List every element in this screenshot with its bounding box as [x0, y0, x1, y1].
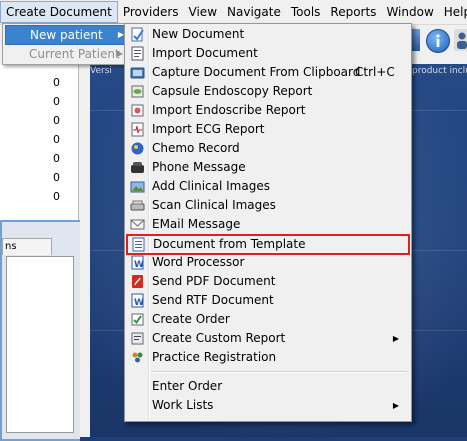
chemo-icon [130, 141, 145, 156]
menu-item-capsule-endoscopy[interactable]: Capsule Endoscopy Report [127, 82, 407, 101]
menu-item-current-patient: Current Patient ▶ [5, 45, 129, 63]
menu-item-label: Word Processor [152, 255, 245, 269]
count-value: 0 [53, 114, 60, 127]
menu-item-label: Phone Message [152, 160, 246, 174]
new-patient-menu: New Document Import Document Capture Doc… [124, 23, 412, 422]
menu-item-enter-order[interactable]: Enter Order [127, 377, 407, 396]
pdf-icon [130, 274, 145, 289]
product-text: product inclu [412, 66, 467, 76]
count-value: 0 [53, 152, 60, 165]
order-icon [130, 312, 145, 327]
ecg-icon [130, 122, 145, 137]
menu-item-label: Document from Template [153, 237, 306, 251]
menu-item-import-document[interactable]: Import Document [127, 44, 407, 63]
menu-item-label: Create Custom Report [152, 331, 286, 345]
menu-navigate[interactable]: Navigate [222, 1, 286, 23]
menu-item-add-clinical-images[interactable]: Add Clinical Images [127, 177, 407, 196]
menu-item-practice-registration[interactable]: Practice Registration [127, 348, 407, 367]
menu-item-label: Scan Clinical Images [152, 198, 276, 212]
toolbar [410, 24, 467, 64]
menu-view[interactable]: View [184, 1, 222, 23]
shortcut-label: Ctrl+C [355, 65, 395, 79]
menu-item-word-processor[interactable]: W Word Processor [127, 253, 407, 272]
import-document-icon [130, 46, 145, 61]
menu-item-label: Send RTF Document [152, 293, 274, 307]
info-icon[interactable] [426, 29, 450, 53]
menu-item-email-message[interactable]: EMail Message [127, 215, 407, 234]
menu-item-label: Import Endoscribe Report [152, 103, 306, 117]
new-document-icon [130, 27, 145, 42]
menu-item-work-lists[interactable]: Work Lists ▶ [127, 396, 407, 415]
create-document-menu: New patient ▶ Current Patient ▶ [2, 23, 134, 65]
person-icon[interactable] [454, 29, 467, 51]
svg-text:W: W [134, 260, 144, 270]
menu-item-import-ecg[interactable]: Import ECG Report [127, 120, 407, 139]
menu-item-label: Capture Document From Clipboard [152, 65, 361, 79]
menu-separator [151, 371, 407, 373]
word-icon: W [130, 255, 145, 270]
menu-item-label: Add Clinical Images [152, 179, 270, 193]
menu-item-label: New Document [152, 27, 245, 41]
menu-bar: Create Document Providers View Navigate … [0, 0, 467, 25]
menu-item-label: Work Lists [152, 398, 214, 412]
submenu-arrow-icon: ▶ [392, 334, 399, 343]
menu-item-label: Create Order [152, 312, 230, 326]
menu-item-label: Send PDF Document [152, 274, 276, 288]
menu-item-label: Chemo Record [152, 141, 240, 155]
phone-icon [130, 160, 145, 175]
submenu-arrow-icon: ▶ [116, 49, 123, 58]
custom-report-icon [130, 331, 145, 346]
count-value: 0 [53, 171, 60, 184]
count-value: 0 [53, 190, 60, 203]
menu-item-label: Capsule Endoscopy Report [152, 84, 313, 98]
menu-item-create-custom-report[interactable]: Create Custom Report ▶ [127, 329, 407, 348]
menu-item-label: Practice Registration [152, 350, 277, 364]
menu-item-send-rtf[interactable]: W Send RTF Document [127, 291, 407, 310]
count-list: 0 0 0 0 0 0 0 [0, 64, 79, 234]
menu-item-label: Enter Order [152, 379, 223, 393]
submenu-arrow-icon: ▶ [392, 401, 399, 410]
menu-item-send-pdf[interactable]: Send PDF Document [127, 272, 407, 291]
menu-item-new-document[interactable]: New Document [127, 25, 407, 44]
rtf-icon: W [130, 293, 145, 308]
clinical-images-icon [130, 179, 145, 194]
count-value: 0 [53, 76, 60, 89]
svg-text:W: W [134, 298, 144, 308]
menu-item-scan-clinical-images[interactable]: Scan Clinical Images [127, 196, 407, 215]
left-panel-frame: ns [0, 220, 80, 441]
menu-providers[interactable]: Providers [118, 1, 184, 23]
menu-item-create-order[interactable]: Create Order [127, 310, 407, 329]
menu-item-label: New patient [30, 28, 103, 42]
capture-icon [130, 65, 145, 80]
template-icon [131, 237, 146, 252]
menu-item-label: EMail Message [152, 217, 241, 231]
registration-icon [130, 350, 145, 365]
endoscribe-icon [130, 103, 145, 118]
panel-tab[interactable]: ns [2, 238, 52, 255]
menu-help[interactable]: Help [439, 1, 467, 23]
menu-create-document[interactable]: Create Document [0, 1, 118, 23]
panel-content [6, 256, 74, 433]
count-value: 0 [53, 95, 60, 108]
menu-item-label: Import ECG Report [152, 122, 265, 136]
scanner-icon [130, 198, 145, 213]
email-icon [130, 217, 145, 232]
menu-item-phone-message[interactable]: Phone Message [127, 158, 407, 177]
menu-item-capture-document[interactable]: Capture Document From Clipboard Ctrl+C [127, 63, 407, 82]
menu-item-label: Import Document [152, 46, 258, 60]
left-panel: 0 0 0 0 0 0 0 ns [0, 24, 90, 441]
menu-tools[interactable]: Tools [286, 1, 326, 23]
menu-item-chemo-record[interactable]: Chemo Record [127, 139, 407, 158]
version-text: Versi [90, 66, 112, 76]
menu-reports[interactable]: Reports [325, 1, 381, 23]
menu-item-new-patient[interactable]: New patient ▶ [5, 25, 131, 45]
menu-item-label: Current Patient [29, 47, 120, 61]
count-value: 0 [53, 133, 60, 146]
menu-item-document-from-template[interactable]: Document from Template [126, 234, 410, 255]
capsule-endoscopy-icon [130, 84, 145, 99]
menu-window[interactable]: Window [381, 1, 438, 23]
menu-item-import-endoscribe[interactable]: Import Endoscribe Report [127, 101, 407, 120]
